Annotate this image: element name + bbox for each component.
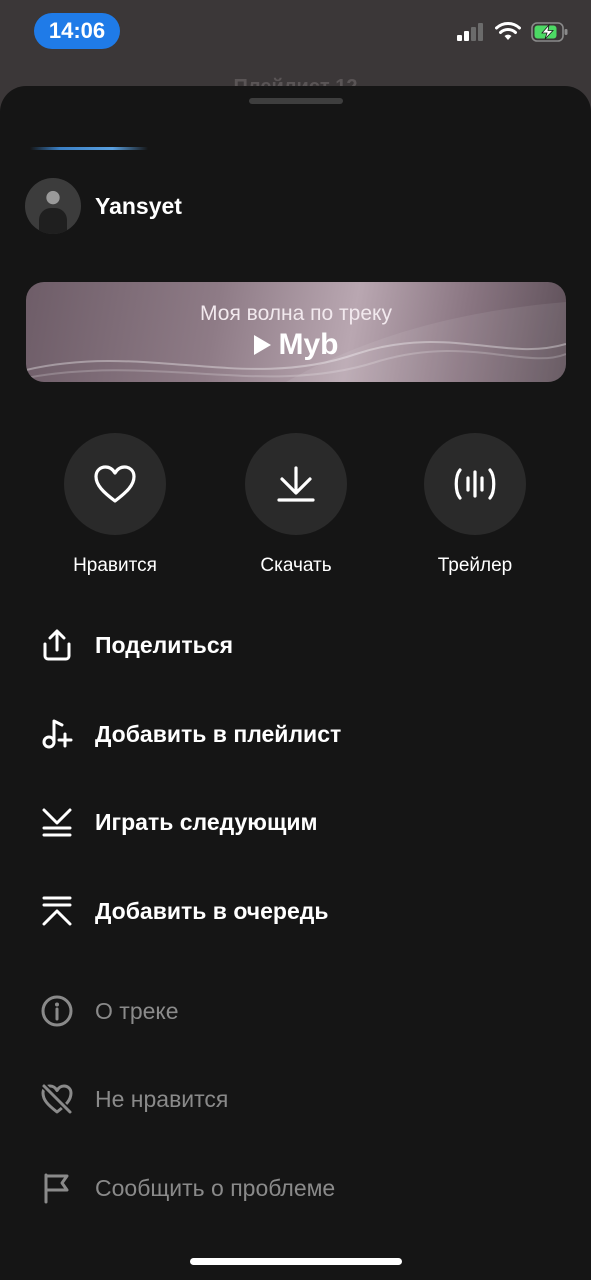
status-time: 14:06 (34, 13, 120, 49)
add-to-queue-icon (38, 892, 76, 930)
track-actions-sheet: Yansyet Моя волна по треку Myb Нравится (0, 86, 591, 1280)
download-label: Скачать (260, 555, 332, 576)
trailer-label: Трейлер (437, 555, 513, 576)
like-label: Нравится (73, 555, 157, 576)
wifi-icon (495, 22, 521, 40)
menu-item-share[interactable]: Поделиться (38, 620, 233, 670)
menu-item-report-problem-label: Сообщить о проблеме (95, 1174, 336, 1201)
wave-title-row: Myb (26, 328, 566, 362)
heart-icon (94, 465, 136, 503)
artist-avatar (25, 178, 81, 234)
menu-item-add-to-queue-label: Добавить в очередь (95, 897, 329, 924)
home-indicator[interactable] (190, 1258, 402, 1265)
menu-item-share-label: Поделиться (95, 631, 234, 658)
share-icon (38, 626, 76, 664)
status-icons (457, 22, 569, 42)
cellular-signal-icon (457, 23, 483, 41)
menu-item-about-track-label: О треке (95, 997, 179, 1024)
dislike-icon (38, 1080, 76, 1118)
sheet-grabber[interactable] (249, 98, 343, 104)
wave-track-title: Myb (278, 328, 339, 361)
status-bar: 14:06 (0, 0, 591, 70)
flag-icon (38, 1169, 76, 1207)
download-button[interactable] (245, 433, 347, 535)
add-to-playlist-icon (38, 715, 76, 753)
battery-charging-icon (531, 22, 568, 42)
menu-item-add-to-queue[interactable]: Добавить в очередь (38, 886, 329, 936)
like-action[interactable]: Нравится (25, 433, 205, 577)
menu-item-play-next-label: Играть следующим (95, 808, 318, 835)
download-icon (277, 466, 315, 502)
waveform-icon (454, 468, 496, 500)
wave-subtitle: Моя волна по треку (200, 302, 392, 325)
play-icon (253, 335, 271, 355)
menu-item-dislike[interactable]: Не нравится (38, 1074, 228, 1124)
info-icon (38, 992, 76, 1030)
download-action[interactable]: Скачать (206, 433, 386, 577)
trailer-button[interactable] (424, 433, 526, 535)
artist-row[interactable]: Yansyet (25, 178, 182, 234)
artist-name: Yansyet (95, 192, 182, 219)
menu-item-add-to-playlist-label: Добавить в плейлист (95, 720, 342, 747)
menu-item-play-next[interactable]: Играть следующим (38, 797, 318, 847)
menu-item-report-problem[interactable]: Сообщить о проблеме (38, 1163, 335, 1213)
menu-item-add-to-playlist[interactable]: Добавить в плейлист (38, 709, 341, 759)
my-wave-by-track-button[interactable]: Моя волна по треку Myb (26, 282, 566, 382)
trailer-action[interactable]: Трейлер (385, 433, 565, 577)
like-button[interactable] (64, 433, 166, 535)
play-next-icon (38, 803, 76, 841)
menu-item-dislike-label: Не нравится (95, 1085, 229, 1112)
menu-item-about-track[interactable]: О треке (38, 986, 179, 1036)
scrolled-content-edge (30, 147, 148, 150)
